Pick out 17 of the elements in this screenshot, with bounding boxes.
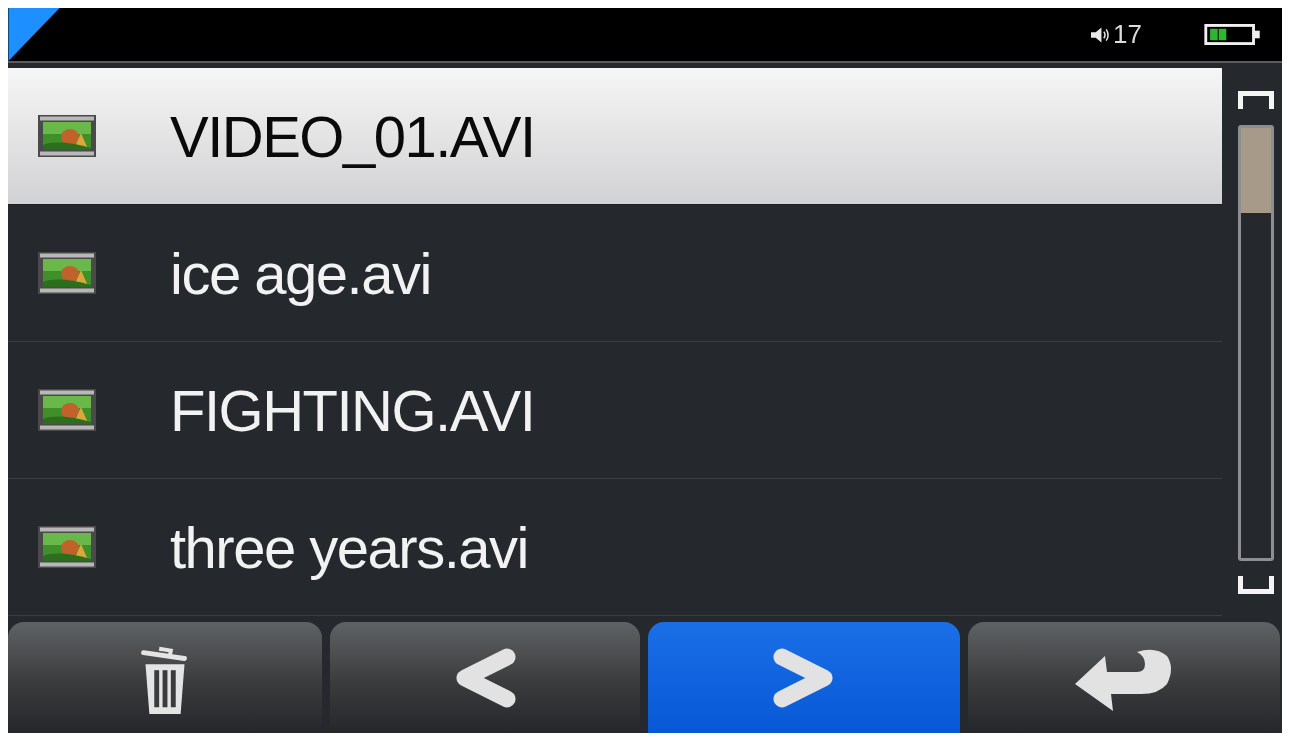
film-icon [38,389,96,431]
bracket-icon [1238,91,1274,109]
corner-triangle-icon [8,8,60,61]
file-item[interactable]: three years.avi [8,479,1222,616]
file-item[interactable]: FIGHTING.AVI [8,342,1222,479]
file-item[interactable]: ice age.avi [8,205,1222,342]
file-item[interactable]: VIDEO_01.AVI [8,68,1222,205]
bracket-icon [1238,576,1274,594]
film-icon [38,252,96,294]
film-icon [38,526,96,568]
next-button[interactable] [648,622,960,733]
film-icon [38,115,96,157]
speaker-icon [1091,25,1111,44]
volume-level: 17 [1113,19,1142,50]
scrollbar-thumb[interactable] [1241,128,1271,213]
scrollbar-track[interactable] [1238,125,1274,561]
battery-icon [1204,24,1262,45]
